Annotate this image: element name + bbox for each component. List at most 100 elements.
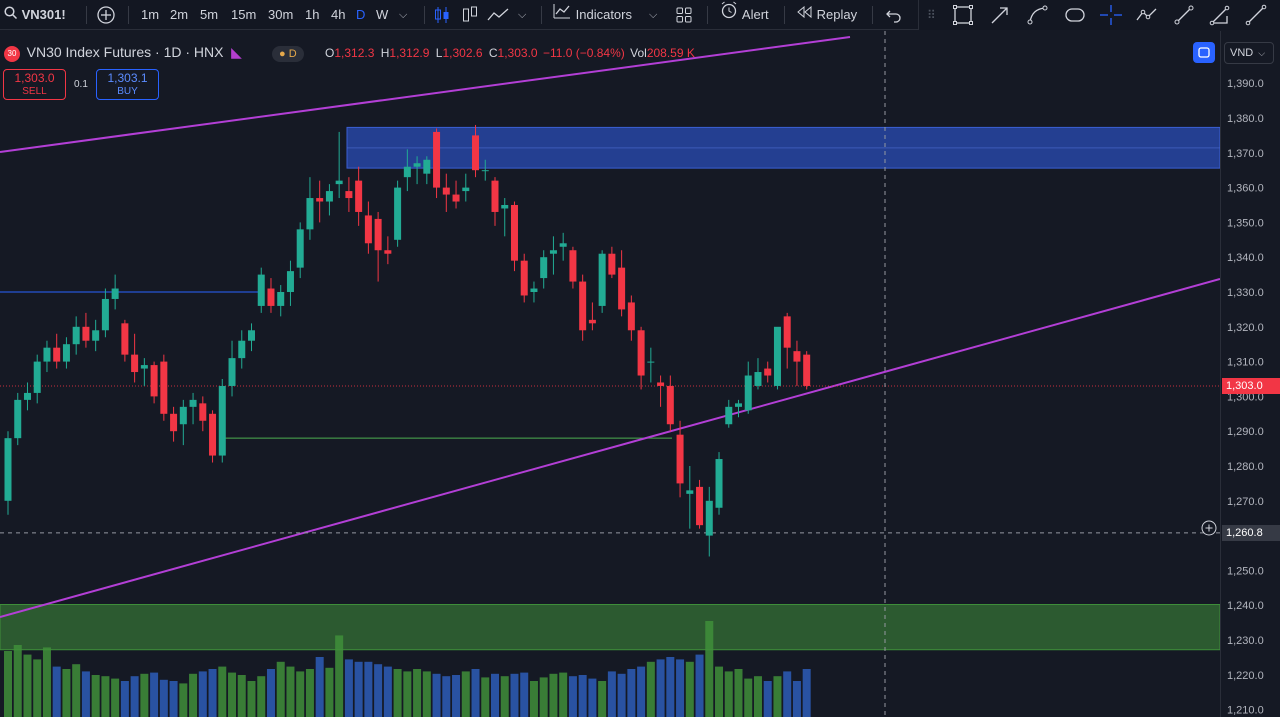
volume-bar xyxy=(588,678,597,717)
indicators-icon xyxy=(552,1,572,31)
candle-body xyxy=(598,253,606,306)
candle-body xyxy=(754,372,762,386)
price-axis[interactable]: 1,390.0 1,380.0 1,370.0 1,360.0 1,350.0 1,340… xyxy=(1220,31,1280,717)
symbol-logo-badge: 30 xyxy=(4,46,20,62)
chevron-down-icon[interactable]: ⌵ xyxy=(518,0,526,30)
candle-body xyxy=(686,490,694,494)
indicators-button[interactable]: Indicators xyxy=(552,0,632,30)
interval-W[interactable]: W xyxy=(376,0,388,30)
drawing-toolbar: ⠿ xyxy=(918,0,1280,30)
volume-bar xyxy=(189,673,198,717)
chart-legend: 30 VN30 Index Futures · 1D · HNX ◣ xyxy=(4,44,242,62)
candle-body xyxy=(433,131,441,188)
candle-body xyxy=(325,191,333,202)
flag-icon[interactable]: ◣ xyxy=(231,44,242,60)
candle-body xyxy=(14,399,22,439)
candle-body xyxy=(364,215,372,244)
demand-zone xyxy=(0,604,1221,651)
candle-body xyxy=(413,163,421,167)
candle-body xyxy=(121,323,129,355)
buy-button[interactable]: 1,303.1 BUY xyxy=(96,69,159,100)
undo-button[interactable] xyxy=(884,0,904,30)
candle-body xyxy=(345,191,353,199)
candle-body xyxy=(559,243,567,247)
interval-30m[interactable]: 30m xyxy=(268,0,293,30)
bars-style-button[interactable] xyxy=(460,0,480,30)
price-tick-label: 1,290.0 xyxy=(1227,426,1264,438)
candle-body xyxy=(228,358,236,386)
currency-select[interactable]: VND ⌵ xyxy=(1224,42,1274,64)
price-tick-label: 1,310.0 xyxy=(1227,357,1264,369)
interval-5m[interactable]: 5m xyxy=(200,0,218,30)
volume-bar xyxy=(140,673,149,717)
alert-button[interactable]: Alert xyxy=(719,0,769,30)
candle-body xyxy=(608,253,616,275)
price-tick-label: 1,380.0 xyxy=(1227,113,1264,125)
candle-body xyxy=(286,271,294,292)
candle-body xyxy=(530,288,538,292)
candle-body xyxy=(111,288,119,299)
volume-bar xyxy=(432,673,441,717)
volume-bar xyxy=(228,672,237,717)
candle-body xyxy=(579,281,587,331)
replay-button[interactable]: Replay xyxy=(795,0,857,30)
volume-bar xyxy=(208,669,217,717)
buy-price: 1,303.1 xyxy=(107,71,148,85)
candles-style-button[interactable] xyxy=(432,0,452,30)
volume-bar xyxy=(335,635,344,717)
add-price-alert-button[interactable] xyxy=(1200,519,1218,537)
symbol-label: VN301! xyxy=(21,7,66,22)
volume-bar xyxy=(344,659,353,717)
candle-body xyxy=(150,365,158,397)
volume-bar xyxy=(559,672,568,717)
chevron-down-icon[interactable]: ⌵ xyxy=(399,0,407,30)
volume-bar xyxy=(529,681,538,717)
candle-body xyxy=(4,438,12,501)
candle-body xyxy=(501,205,509,209)
candle-body xyxy=(306,198,314,230)
candlestick-chart[interactable] xyxy=(0,31,1221,717)
chevron-down-icon[interactable]: ⌵ xyxy=(649,0,657,30)
volume-bar xyxy=(198,671,207,717)
volume-bar xyxy=(461,671,470,717)
templates-button[interactable] xyxy=(674,0,694,30)
interval-1h[interactable]: 1h xyxy=(305,0,319,30)
candle-body xyxy=(403,166,411,178)
interval-2m[interactable]: 2m xyxy=(170,0,188,30)
chart-pane[interactable] xyxy=(0,31,1221,717)
volume-bar xyxy=(266,669,275,717)
candle-body xyxy=(725,406,733,425)
volume-bar xyxy=(237,675,246,717)
volume-bar xyxy=(403,671,412,717)
auto-scale-button[interactable] xyxy=(1193,42,1215,63)
price-tick-label: 1,280.0 xyxy=(1227,461,1264,473)
price-axis-ticks: 1,390.0 1,380.0 1,370.0 1,360.0 1,350.0 1,340… xyxy=(1227,78,1264,717)
candle-body xyxy=(773,326,781,386)
interval-4h[interactable]: 4h xyxy=(331,0,345,30)
candle-body xyxy=(218,385,226,456)
volume-bar xyxy=(598,681,607,717)
candle-body xyxy=(257,274,265,306)
volume-bar xyxy=(724,671,733,717)
drag-handle-icon[interactable]: ⠿ xyxy=(927,0,937,30)
plus-circle-icon xyxy=(1200,520,1218,541)
volume-bar xyxy=(539,677,548,717)
symbol-search[interactable]: VN301! xyxy=(4,0,66,30)
volume-bar xyxy=(286,666,295,717)
interval-1m[interactable]: 1m xyxy=(141,0,159,30)
line-style-button[interactable] xyxy=(486,0,510,30)
candle-body xyxy=(452,194,460,202)
compare-symbol-button[interactable] xyxy=(96,0,116,30)
volume-bar xyxy=(491,673,499,717)
session-badge[interactable]: ● D xyxy=(272,45,304,62)
interval-D[interactable]: D xyxy=(356,0,365,30)
candle-body xyxy=(618,267,626,310)
volume-bar xyxy=(296,671,305,717)
price-tick-label: 1,210.0 xyxy=(1227,705,1264,717)
candle-body xyxy=(423,159,431,174)
interval-15m[interactable]: 15m xyxy=(231,0,256,30)
sell-button[interactable]: 1,303.0 SELL xyxy=(3,69,66,100)
legend-title[interactable]: VN30 Index Futures · 1D · HNX xyxy=(27,44,224,60)
candle-body xyxy=(394,187,402,240)
buy-label: BUY xyxy=(117,86,138,97)
